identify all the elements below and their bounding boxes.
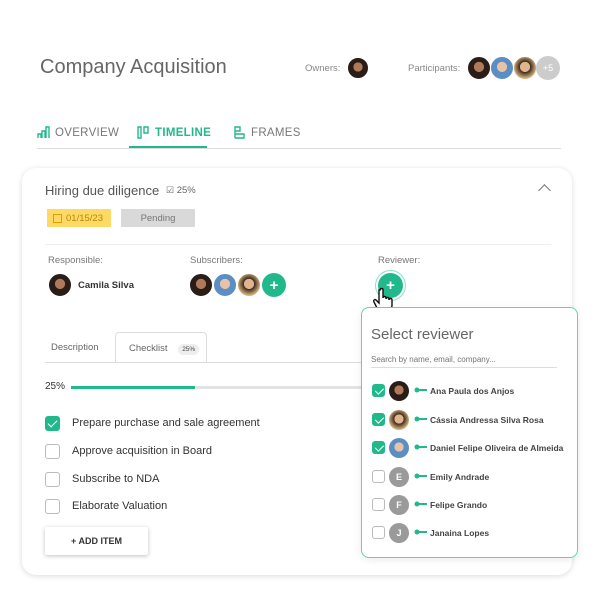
subtab-checklist[interactable]: Checklist 25%: [115, 332, 207, 363]
subscribers-label: Subscribers:: [190, 255, 243, 266]
reviewer-search-input[interactable]: [371, 351, 557, 368]
tab-label: OVERVIEW: [55, 126, 120, 139]
checkbox-checked[interactable]: [45, 416, 60, 431]
owners-label: Owners:: [305, 63, 341, 74]
participant-avatar[interactable]: [490, 56, 514, 80]
checkbox-checked[interactable]: [372, 384, 385, 397]
add-item-button[interactable]: + ADD ITEM: [45, 527, 148, 555]
page-title: Company Acquisition: [40, 56, 227, 78]
responsible-name: Camila Silva: [78, 280, 134, 291]
key-icon: [414, 444, 427, 450]
reviewer-option[interactable]: E Emily Andrade: [372, 467, 572, 487]
checkbox[interactable]: [45, 499, 60, 514]
select-reviewer-popup: Select reviewer: [361, 307, 578, 558]
reviewer-name: Emily Andrade: [430, 472, 490, 482]
owner-avatar[interactable]: [347, 57, 369, 79]
reviewer-option[interactable]: Cássia Andressa Silva Rosa: [372, 410, 572, 430]
item-label: Approve acquisition in Board: [72, 445, 213, 457]
reviewer-option[interactable]: Daniel Felipe Oliveira de Almeida: [372, 438, 572, 458]
reviewer-label: Reviewer:: [378, 255, 421, 266]
checklist-progress-fill: [71, 386, 195, 389]
reviewer-option[interactable]: J Janaina Lopes: [372, 523, 572, 543]
checkbox[interactable]: [372, 526, 385, 539]
key-icon: [414, 387, 427, 393]
timeline-icon: [137, 126, 149, 139]
checklist-progress-label: 25%: [45, 381, 66, 392]
task-title: Hiring due diligence: [45, 183, 160, 198]
tab-label: TIMELINE: [155, 126, 212, 139]
more-participants-badge[interactable]: +5: [536, 56, 560, 80]
divider: [45, 244, 551, 245]
check-icon: ☑: [166, 185, 175, 195]
bar-chart-icon: [37, 126, 50, 138]
subscriber-avatar[interactable]: [237, 273, 261, 297]
item-label: Prepare purchase and sale agreement: [72, 417, 260, 429]
subtab-label: Checklist: [129, 343, 168, 354]
subscriber-avatar[interactable]: [189, 273, 213, 297]
reviewer-name: Cássia Andressa Silva Rosa: [430, 415, 544, 425]
avatar: F: [389, 495, 409, 515]
reviewer-option[interactable]: Ana Paula dos Anjos: [372, 381, 572, 401]
checkbox-checked[interactable]: [372, 413, 385, 426]
subscriber-avatar[interactable]: [213, 273, 237, 297]
participant-avatar[interactable]: [513, 56, 537, 80]
avatar: [389, 438, 409, 458]
reviewer-name: Felipe Grando: [430, 500, 488, 510]
responsible-avatar[interactable]: [48, 273, 72, 297]
checkbox[interactable]: [45, 472, 60, 487]
checkbox-checked[interactable]: [372, 441, 385, 454]
calendar-icon: [53, 213, 62, 223]
avatar: E: [389, 467, 409, 487]
reviewer-name: Daniel Felipe Oliveira de Almeida: [430, 443, 564, 453]
subtabs-divider: [45, 362, 365, 363]
responsible-label: Responsible:: [48, 255, 103, 266]
reviewer-option[interactable]: F Felipe Grando: [372, 495, 572, 515]
avatar: [389, 381, 409, 401]
item-label: Elaborate Valuation: [72, 500, 168, 512]
task-progress-value: 25%: [176, 185, 196, 196]
task-progress: ☑ 25%: [166, 185, 196, 196]
tab-label: FRAMES: [251, 126, 301, 139]
item-label: Subscribe to NDA: [72, 473, 160, 485]
checklist-badge: 25%: [178, 344, 200, 355]
subtab-description[interactable]: Description: [51, 342, 99, 353]
tab-frames[interactable]: FRAMES: [233, 126, 301, 139]
avatar: J: [389, 523, 409, 543]
tab-overview[interactable]: OVERVIEW: [37, 126, 119, 139]
key-icon: [414, 416, 427, 422]
checkbox[interactable]: [372, 470, 385, 483]
checkbox[interactable]: [372, 498, 385, 511]
key-icon: [414, 529, 427, 535]
tab-timeline[interactable]: TIMELINE: [137, 126, 211, 139]
avatar: [389, 410, 409, 430]
add-subscriber-button[interactable]: +: [262, 273, 286, 297]
reviewer-name: Ana Paula dos Anjos: [430, 386, 515, 396]
reviewer-name: Janaina Lopes: [430, 528, 490, 538]
checkbox[interactable]: [45, 444, 60, 459]
due-date-badge[interactable]: 01/15/23: [47, 209, 111, 227]
status-badge[interactable]: Pending: [121, 209, 195, 227]
key-icon: [414, 473, 427, 479]
tabs-divider: [37, 148, 561, 149]
popup-title: Select reviewer: [371, 326, 474, 343]
checklist-progress-bar: [71, 386, 366, 389]
collapse-chevron-icon[interactable]: [538, 184, 551, 197]
due-date: 01/15/23: [66, 212, 103, 224]
participants-label: Participants:: [408, 63, 461, 74]
frames-icon: [234, 126, 245, 139]
participant-avatar[interactable]: [467, 56, 491, 80]
key-icon: [414, 501, 427, 507]
